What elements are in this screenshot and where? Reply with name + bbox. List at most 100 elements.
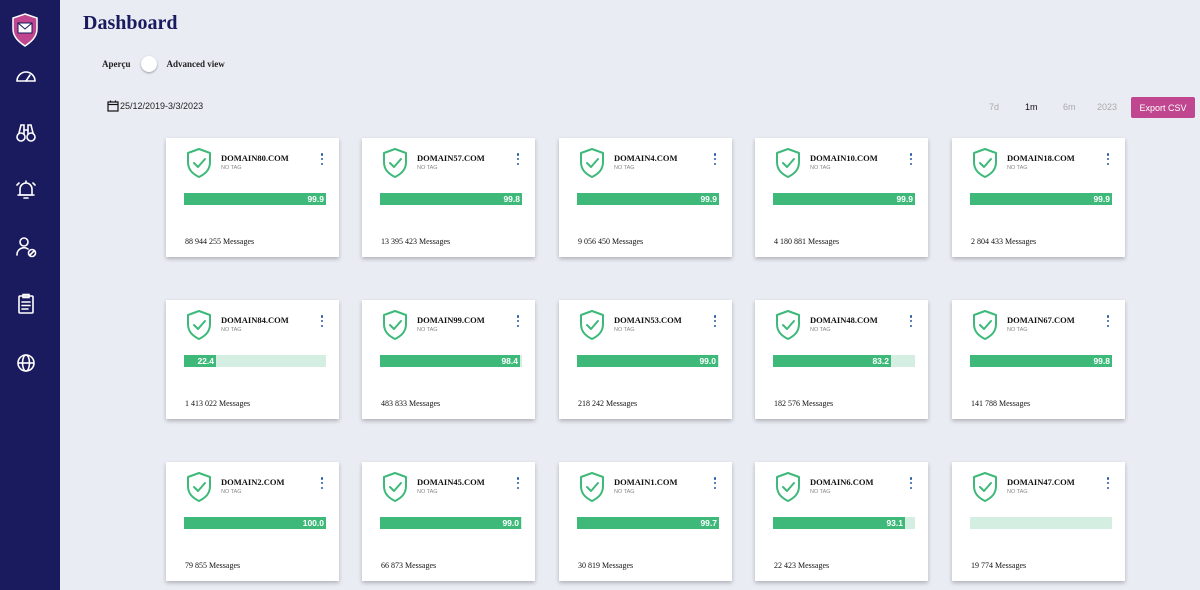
message-count: 19 774 Messages [971, 561, 1027, 570]
score-value: 99.0 [699, 356, 716, 366]
score-value: 98.4 [501, 356, 518, 366]
domain-tag: NO TAG [417, 165, 438, 171]
card-menu-icon[interactable] [709, 152, 721, 166]
score-bar: 99.0 [577, 355, 719, 367]
score-bar: 99.9 [184, 193, 326, 205]
card-menu-icon[interactable] [709, 476, 721, 490]
domain-card[interactable]: DOMAIN45.COM NO TAG 99.0 66 873 Messages [362, 462, 535, 581]
message-count: 22 423 Messages [774, 561, 830, 570]
domain-card[interactable]: DOMAIN10.COM NO TAG 99.9 4 180 881 Messa… [755, 138, 928, 257]
domain-card[interactable]: DOMAIN48.COM NO TAG 83.2 182 576 Message… [755, 300, 928, 419]
globe-icon [17, 354, 35, 372]
domain-card[interactable]: DOMAIN53.COM NO TAG 99.0 218 242 Message… [559, 300, 732, 419]
export-csv-button[interactable]: Export CSV [1131, 97, 1195, 118]
shield-check-icon [776, 472, 800, 502]
shield-check-icon [580, 310, 604, 340]
message-count: 88 944 255 Messages [185, 237, 255, 246]
domain-tag: NO TAG [221, 327, 242, 333]
shield-check-icon [973, 148, 997, 178]
advanced-view-label: Advanced view [166, 59, 225, 69]
score-value: 22.4 [197, 356, 214, 366]
advanced-view-toggle[interactable] [139, 56, 159, 72]
domain-name: DOMAIN99.COM [417, 315, 485, 325]
domain-name: DOMAIN67.COM [1007, 315, 1075, 325]
message-count: 2 804 433 Messages [971, 237, 1037, 246]
domain-card[interactable]: DOMAIN99.COM NO TAG 98.4 483 833 Message… [362, 300, 535, 419]
domain-tag: NO TAG [614, 327, 635, 333]
toggle-knob [140, 56, 157, 72]
score-bar: 93.1 [773, 517, 915, 529]
card-menu-icon[interactable] [512, 476, 524, 490]
domain-card[interactable]: DOMAIN18.COM NO TAG 99.9 2 804 433 Messa… [952, 138, 1125, 257]
domain-card[interactable]: DOMAIN47.COM NO TAG 19 774 Messages [952, 462, 1125, 581]
shield-check-icon [580, 148, 604, 178]
card-menu-icon[interactable] [1102, 314, 1114, 328]
domain-name: DOMAIN47.COM [1007, 477, 1075, 487]
shield-check-icon [187, 472, 211, 502]
user-blocked-icon [16, 237, 37, 258]
sidebar-item-monitoring[interactable] [12, 119, 40, 147]
envelope-shield-logo[interactable] [10, 12, 40, 48]
card-menu-icon[interactable] [905, 152, 917, 166]
score-bar: 22.4 [184, 355, 326, 367]
card-menu-icon[interactable] [512, 314, 524, 328]
domain-tag: NO TAG [1007, 165, 1028, 171]
sidebar-item-users[interactable] [12, 233, 40, 261]
domain-card[interactable]: DOMAIN6.COM NO TAG 93.1 22 423 Messages [755, 462, 928, 581]
score-value: 99.8 [1093, 356, 1110, 366]
shield-check-icon [776, 148, 800, 178]
domain-tag: NO TAG [1007, 327, 1028, 333]
card-menu-icon[interactable] [316, 314, 328, 328]
domain-card[interactable]: DOMAIN1.COM NO TAG 99.7 30 819 Messages [559, 462, 732, 581]
domain-tag: NO TAG [417, 327, 438, 333]
period-1m[interactable]: 1m [1025, 102, 1038, 112]
period-6m[interactable]: 6m [1063, 102, 1076, 112]
score-bar: 99.9 [970, 193, 1112, 205]
message-count: 9 056 450 Messages [578, 237, 644, 246]
sidebar-item-domains[interactable] [12, 349, 40, 377]
card-menu-icon[interactable] [316, 476, 328, 490]
domain-card[interactable]: DOMAIN2.COM NO TAG 100.0 79 855 Messages [166, 462, 339, 581]
domain-card[interactable]: DOMAIN4.COM NO TAG 99.9 9 056 450 Messag… [559, 138, 732, 257]
score-value: 83.2 [872, 356, 889, 366]
card-menu-icon[interactable] [709, 314, 721, 328]
score-value: 99.7 [700, 518, 717, 528]
score-value: 93.1 [886, 518, 903, 528]
message-count: 30 819 Messages [578, 561, 634, 570]
score-bar: 83.2 [773, 355, 915, 367]
shield-check-icon [383, 310, 407, 340]
domain-card[interactable]: DOMAIN67.COM NO TAG 99.8 141 788 Message… [952, 300, 1125, 419]
sidebar-item-dashboard[interactable] [12, 62, 40, 90]
message-count: 66 873 Messages [381, 561, 437, 570]
shield-check-icon [973, 472, 997, 502]
card-menu-icon[interactable] [905, 476, 917, 490]
card-menu-icon[interactable] [316, 152, 328, 166]
domain-name: DOMAIN1.COM [614, 477, 678, 487]
score-bar: 99.8 [970, 355, 1112, 367]
domain-card[interactable]: DOMAIN80.COM NO TAG 99.9 88 944 255 Mess… [166, 138, 339, 257]
sidebar-item-reports[interactable] [12, 290, 40, 318]
message-count: 1 413 022 Messages [185, 399, 251, 408]
card-menu-icon[interactable] [1102, 476, 1114, 490]
domain-card[interactable]: DOMAIN57.COM NO TAG 99.8 13 395 423 Mess… [362, 138, 535, 257]
period-7d[interactable]: 7d [989, 102, 999, 112]
card-menu-icon[interactable] [905, 314, 917, 328]
score-value: 99.9 [1093, 194, 1110, 204]
message-count: 182 576 Messages [774, 399, 834, 408]
sidebar-item-alerts[interactable] [12, 176, 40, 204]
period-2023[interactable]: 2023 [1097, 102, 1117, 112]
shield-check-icon [580, 472, 604, 502]
card-menu-icon[interactable] [512, 152, 524, 166]
date-range-picker[interactable]: 25/12/2019-3/3/2023 [107, 100, 203, 112]
domain-tag: NO TAG [417, 489, 438, 495]
domain-name: DOMAIN18.COM [1007, 153, 1075, 163]
domain-card[interactable]: DOMAIN84.COM NO TAG 22.4 1 413 022 Messa… [166, 300, 339, 419]
card-menu-icon[interactable] [1102, 152, 1114, 166]
domain-tag: NO TAG [221, 489, 242, 495]
score-value: 99.0 [502, 518, 519, 528]
shield-check-icon [187, 310, 211, 340]
alarm-bell-icon [16, 180, 36, 199]
score-bar: 99.8 [380, 193, 522, 205]
domain-name: DOMAIN57.COM [417, 153, 485, 163]
domain-name: DOMAIN53.COM [614, 315, 682, 325]
